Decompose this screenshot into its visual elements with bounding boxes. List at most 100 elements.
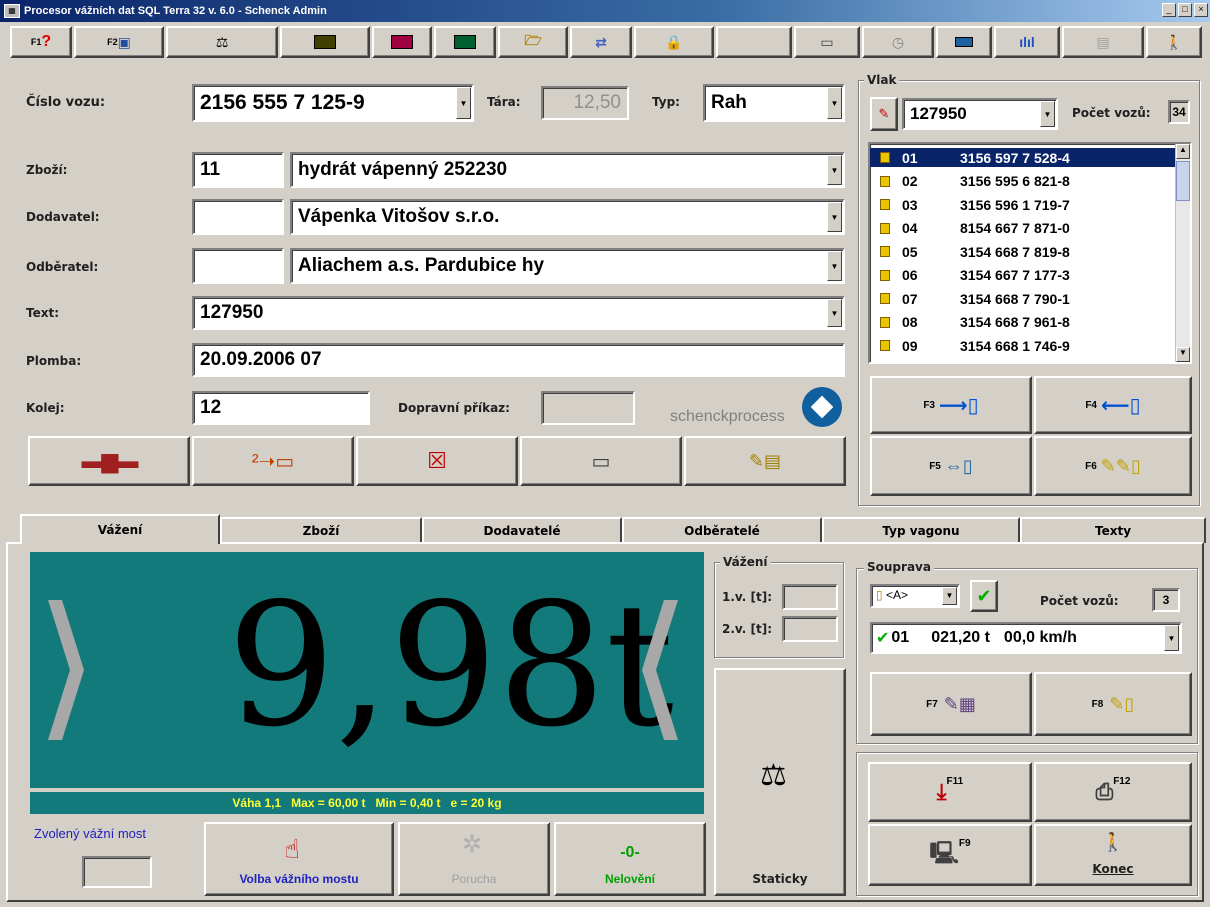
tab-1[interactable]: Zboží <box>220 517 422 543</box>
wagon-list-item[interactable]: 05 3154 668 7 819-8 <box>870 242 1175 261</box>
wagon-list-item[interactable]: 09 3154 668 1 746-9 <box>870 336 1175 355</box>
minimize-button[interactable]: _ <box>1162 3 1176 17</box>
exit-button[interactable]: 🚶 Konec <box>1034 824 1192 886</box>
fault-button[interactable]: ✲ Porucha <box>398 822 550 896</box>
confirm-set-button[interactable]: ✔ <box>970 580 998 612</box>
train-number-field[interactable]: 127950 ▼ <box>902 98 1058 130</box>
lock-icon <box>880 316 890 328</box>
wagon-list-item[interactable]: 02 3156 595 6 821-8 <box>870 172 1175 191</box>
f12-print-button[interactable]: ⎙ F12 <box>1034 762 1192 822</box>
disabled-button[interactable]: ▤ <box>1062 26 1144 58</box>
track-field[interactable]: 12 <box>192 391 370 425</box>
close-button[interactable]: × <box>1194 3 1208 17</box>
set-row-select[interactable]: ✔ 01 021,20 t 00,0 km/h ▼ <box>870 622 1182 654</box>
tab-0[interactable]: Vážení <box>20 514 220 544</box>
bar-chart-icon: ılıl <box>1019 34 1035 50</box>
selected-bridge-label: Zvolený vážní most <box>34 826 146 841</box>
chart-b-button[interactable] <box>372 26 432 58</box>
transport-order-field <box>541 391 635 425</box>
check-icon: ✔ <box>876 630 890 647</box>
second-weighing-button[interactable]: ²➝▭ <box>192 436 354 486</box>
scroll-up-icon[interactable]: ▲ <box>1176 144 1190 159</box>
no-weighing-button[interactable]: -0- Nelovění <box>554 822 706 896</box>
select-bridge-button[interactable]: ☝ Volba vážního mostu <box>204 822 394 896</box>
text-field[interactable]: 127950 ▼ <box>192 296 845 330</box>
f11-button[interactable]: ⤓ F11 <box>868 762 1032 822</box>
wagon-position: 03 <box>902 196 918 213</box>
chevron-down-icon[interactable]: ▼ <box>827 87 842 119</box>
edit-record-icon: ✎▯ <box>1109 693 1135 714</box>
statistics-button[interactable]: ılıl <box>994 26 1060 58</box>
chevron-down-icon[interactable]: ▼ <box>456 87 471 119</box>
customer-name-field[interactable]: Aliachem a.s. Pardubice hy ▼ <box>290 248 845 284</box>
maximize-button[interactable]: □ <box>1178 3 1192 17</box>
f9-button[interactable]: 🖳 F9 <box>868 824 1032 886</box>
scrollbar[interactable]: ▲ ▼ <box>1175 144 1190 362</box>
chevron-down-icon[interactable]: ▼ <box>827 299 842 327</box>
wagon-number: 3156 595 6 821-8 <box>960 173 1070 189</box>
f8-button[interactable]: F8 ✎▯ <box>1034 672 1192 736</box>
f4-move-left-button[interactable]: F4 ⟵▯ <box>1034 376 1192 434</box>
scroll-down-icon[interactable]: ▼ <box>1176 347 1190 362</box>
transfer-button[interactable]: ⇄ <box>570 26 632 58</box>
wagon-number-field[interactable]: 2156 555 7 125-9 ▼ <box>192 84 474 122</box>
chevron-down-icon[interactable]: ▼ <box>942 587 957 605</box>
lock-button[interactable]: 🔒 <box>634 26 714 58</box>
chevron-down-icon[interactable]: ▼ <box>827 155 842 185</box>
chart-a-button[interactable] <box>280 26 370 58</box>
wagon-view-button[interactable]: ▬▆▬ <box>28 436 190 486</box>
scroll-thumb[interactable] <box>1176 161 1190 201</box>
tab-4[interactable]: Typ vagonu <box>822 517 1020 543</box>
help-button[interactable]: F1? <box>10 26 72 58</box>
supplier-name-field[interactable]: Vápenka Vitošov s.r.o. ▼ <box>290 199 845 235</box>
f1-label: F1 <box>30 37 42 47</box>
tab-2[interactable]: Dodavatelé <box>422 517 622 543</box>
wagon-list-item[interactable]: 01 3156 597 7 528-4 <box>870 148 1175 167</box>
v2-label: 2.v. [t]: <box>722 622 772 636</box>
goods-code-field[interactable]: 11 <box>192 152 284 188</box>
calendar-button[interactable]: F2 ▣ <box>74 26 164 58</box>
customer-code-field[interactable] <box>192 248 284 284</box>
wagon-list-item[interactable]: 06 3154 667 7 177-3 <box>870 266 1175 285</box>
clock-button[interactable]: ◷ <box>862 26 934 58</box>
type-field[interactable]: Rah ▼ <box>703 84 845 122</box>
schenck-logo-icon <box>802 387 842 427</box>
list-button[interactable]: ▭ <box>520 436 682 486</box>
wagon-list-item[interactable]: 03 3156 596 1 719-7 <box>870 195 1175 214</box>
wagon-list-item[interactable]: 07 3154 668 7 790-1 <box>870 289 1175 308</box>
chevron-down-icon[interactable]: ▼ <box>1164 625 1179 651</box>
blank-button[interactable] <box>716 26 792 58</box>
open-folder-button[interactable]: 🗁 <box>498 26 568 58</box>
static-button[interactable]: ⚖ Staticky <box>714 668 846 896</box>
keyboard-button[interactable] <box>936 26 992 58</box>
f3-move-right-button[interactable]: F3 ⟶▯ <box>870 376 1032 434</box>
tab-5[interactable]: Texty <box>1020 517 1206 543</box>
track-label: Kolej: <box>26 401 65 415</box>
seal-field[interactable]: 20.09.2006 07 <box>192 343 845 377</box>
title-bar: ▦ Procesor vážních dat SQL Terra 32 v. 6… <box>0 0 1210 22</box>
wagon-list-item[interactable]: 04 8154 667 7 871-0 <box>870 219 1175 238</box>
tara-label: Tára: <box>487 95 521 109</box>
scale-button[interactable]: ⚖ <box>166 26 278 58</box>
set-selector[interactable]: ▯ <A> ▼ <box>870 584 960 608</box>
delete-wagon-button[interactable]: ☒ <box>356 436 518 486</box>
f7-button[interactable]: F7 ✎▦ <box>870 672 1032 736</box>
supplier-code-field[interactable] <box>192 199 284 235</box>
wagon-list[interactable]: 01 3156 597 7 528-4 02 3156 595 6 821-8 03 31… <box>868 142 1192 364</box>
weigh-icon: ⤓ <box>936 779 947 804</box>
chart-c-button[interactable] <box>434 26 496 58</box>
train-button[interactable]: ▭ <box>794 26 860 58</box>
exit-toolbar-button[interactable]: 🚶 <box>1146 26 1202 58</box>
lock-icon <box>880 293 890 304</box>
goods-name-field[interactable]: hydrát vápenný 252230 ▼ <box>290 152 845 188</box>
f5-swap-button[interactable]: F5 ⇔▯ <box>870 436 1032 496</box>
chevron-down-icon[interactable]: ▼ <box>1040 101 1055 127</box>
chevron-down-icon[interactable]: ▼ <box>827 251 842 281</box>
wagon-list-item[interactable]: 08 3154 668 7 961-8 <box>870 313 1175 332</box>
train-edit-button[interactable]: ✎ <box>870 97 898 131</box>
chevron-down-icon[interactable]: ▼ <box>827 202 842 232</box>
tab-3[interactable]: Odběratelé <box>622 517 822 543</box>
f6-edit-button[interactable]: F6 ✎✎▯ <box>1034 436 1192 496</box>
weight-display: 9,98t <box>30 552 704 788</box>
edit-list-button[interactable]: ✎▤ <box>684 436 846 486</box>
